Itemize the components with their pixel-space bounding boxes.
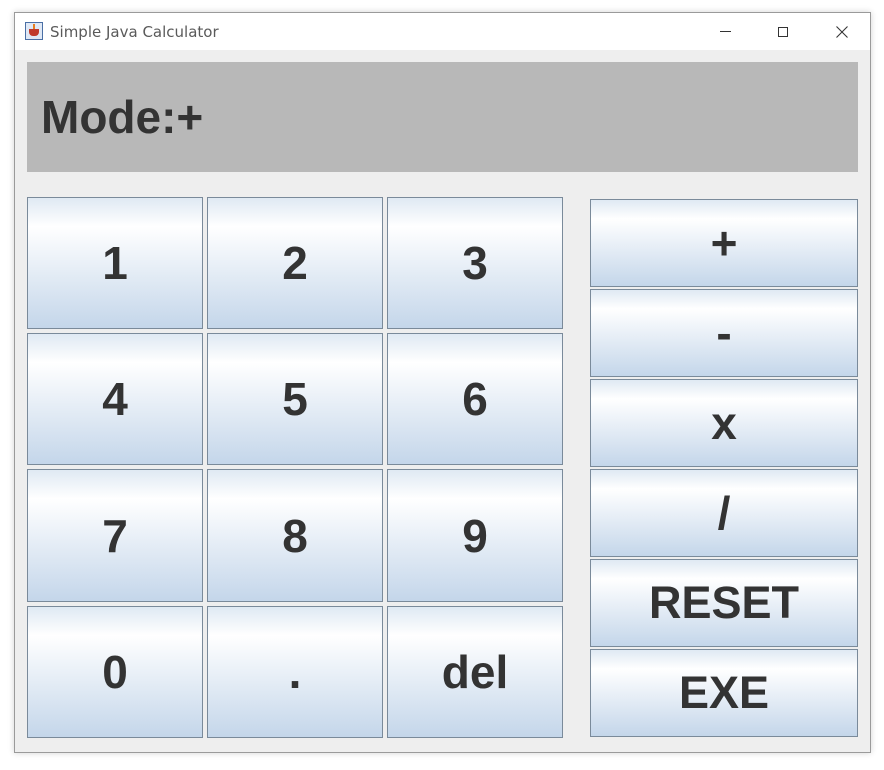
digit-3-button[interactable]: 3 xyxy=(387,197,563,329)
calculator-display: Mode:+ xyxy=(27,62,858,172)
maximize-button[interactable] xyxy=(760,13,806,50)
minimize-icon xyxy=(719,31,731,32)
decimal-point-button[interactable]: . xyxy=(207,606,383,738)
minimize-button[interactable] xyxy=(702,13,748,50)
add-button[interactable]: + xyxy=(590,199,858,287)
digit-5-button[interactable]: 5 xyxy=(207,333,383,465)
java-cup-icon xyxy=(25,22,43,40)
display-text: Mode:+ xyxy=(41,91,204,143)
window-title: Simple Java Calculator xyxy=(50,23,219,41)
close-button[interactable] xyxy=(819,13,865,50)
maximize-icon xyxy=(778,26,788,37)
calculator-window: Simple Java Calculator Mode:+ 1 2 3 4 5 … xyxy=(14,12,871,753)
execute-button[interactable]: EXE xyxy=(590,649,858,737)
close-icon xyxy=(836,25,848,38)
divide-button[interactable]: / xyxy=(590,469,858,557)
digit-7-button[interactable]: 7 xyxy=(27,469,203,602)
digit-9-button[interactable]: 9 xyxy=(387,469,563,602)
reset-button[interactable]: RESET xyxy=(590,559,858,647)
digit-4-button[interactable]: 4 xyxy=(27,333,203,465)
digit-1-button[interactable]: 1 xyxy=(27,197,203,329)
digit-8-button[interactable]: 8 xyxy=(207,469,383,602)
digit-6-button[interactable]: 6 xyxy=(387,333,563,465)
multiply-button[interactable]: x xyxy=(590,379,858,467)
delete-button[interactable]: del xyxy=(387,606,563,738)
digit-2-button[interactable]: 2 xyxy=(207,197,383,329)
title-bar: Simple Java Calculator xyxy=(15,13,870,50)
subtract-button[interactable]: - xyxy=(590,289,858,377)
digit-0-button[interactable]: 0 xyxy=(27,606,203,738)
